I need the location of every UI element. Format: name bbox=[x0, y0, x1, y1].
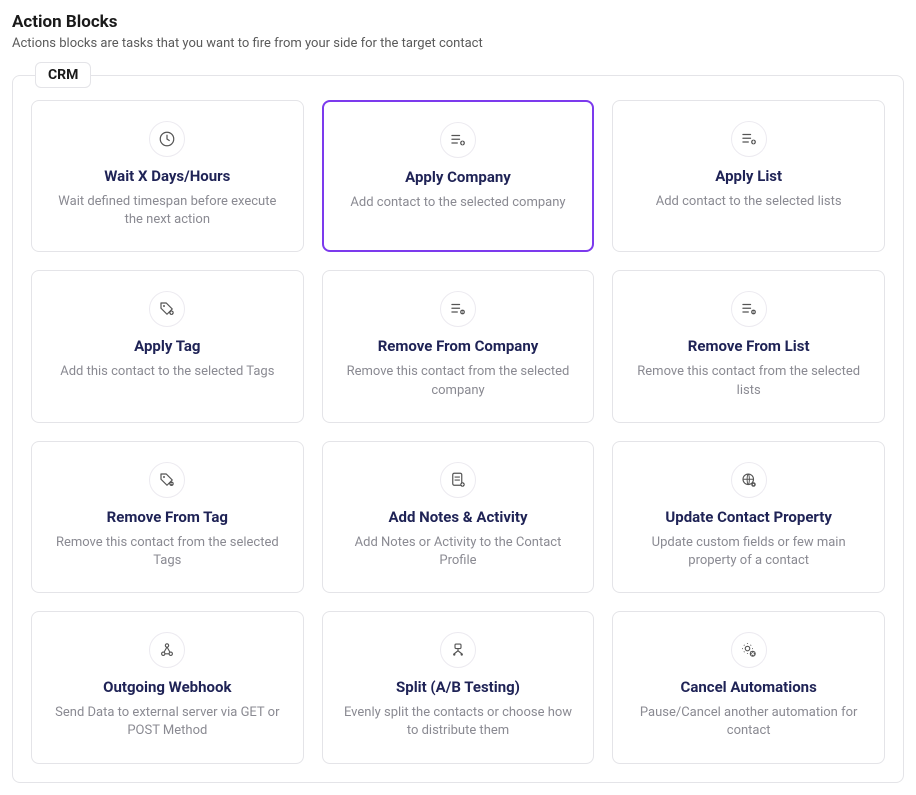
list-remove-icon bbox=[440, 291, 476, 327]
card-description: Send Data to external server via GET or … bbox=[48, 704, 287, 740]
section-title: Action Blocks bbox=[12, 12, 904, 32]
card-description: Add contact to the selected lists bbox=[656, 193, 842, 211]
action-card[interactable]: Remove From Company Remove this contact f… bbox=[322, 270, 595, 422]
card-title: Outgoing Webhook bbox=[103, 678, 231, 696]
clock-icon bbox=[149, 121, 185, 157]
card-title: Apply List bbox=[715, 167, 782, 185]
list-remove-icon bbox=[731, 291, 767, 327]
tag-remove-icon bbox=[149, 462, 185, 498]
split-icon bbox=[440, 632, 476, 668]
action-card[interactable]: Apply List Add contact to the selected li… bbox=[612, 100, 885, 252]
card-description: Update custom fields or few main propert… bbox=[629, 534, 868, 570]
action-card[interactable]: Add Notes & Activity Add Notes or Activit… bbox=[322, 441, 595, 593]
cards-grid: Wait X Days/Hours Wait defined timespan b… bbox=[31, 100, 885, 764]
group-label: CRM bbox=[35, 62, 91, 88]
action-card[interactable]: Split (A/B Testing) Evenly split the cont… bbox=[322, 611, 595, 763]
globe-gear-icon bbox=[731, 462, 767, 498]
tag-add-icon bbox=[149, 291, 185, 327]
card-description: Remove this contact from the selected co… bbox=[339, 363, 578, 399]
card-title: Remove From Tag bbox=[107, 508, 228, 526]
list-add-icon bbox=[440, 122, 476, 158]
action-card[interactable]: Update Contact Property Update custom fie… bbox=[612, 441, 885, 593]
action-card[interactable]: Remove From List Remove this contact from… bbox=[612, 270, 885, 422]
card-description: Remove this contact from the selected li… bbox=[629, 363, 868, 399]
card-title: Split (A/B Testing) bbox=[396, 678, 520, 696]
card-description: Evenly split the contacts or choose how … bbox=[339, 704, 578, 740]
action-card[interactable]: Apply Tag Add this contact to the selecte… bbox=[31, 270, 304, 422]
card-title: Wait X Days/Hours bbox=[104, 167, 230, 185]
automation-cancel-icon bbox=[731, 632, 767, 668]
card-description: Add Notes or Activity to the Contact Pro… bbox=[339, 534, 578, 570]
note-add-icon bbox=[440, 462, 476, 498]
card-description: Remove this contact from the selected Ta… bbox=[48, 534, 287, 570]
webhook-icon bbox=[149, 632, 185, 668]
card-title: Remove From Company bbox=[378, 337, 539, 355]
card-title: Apply Tag bbox=[134, 337, 200, 355]
action-card[interactable]: Remove From Tag Remove this contact from … bbox=[31, 441, 304, 593]
section-description: Actions blocks are tasks that you want t… bbox=[12, 36, 904, 51]
action-card[interactable]: Outgoing Webhook Send Data to external se… bbox=[31, 611, 304, 763]
list-add-icon bbox=[731, 121, 767, 157]
card-description: Wait defined timespan before execute the… bbox=[48, 193, 287, 229]
card-description: Add this contact to the selected Tags bbox=[60, 363, 274, 381]
card-title: Apply Company bbox=[405, 168, 511, 186]
card-title: Add Notes & Activity bbox=[388, 508, 527, 526]
crm-group: CRM Wait X Days/HoursWait defined timesp… bbox=[12, 75, 904, 783]
action-card[interactable]: Apply Company Add contact to the selected… bbox=[322, 100, 595, 252]
card-title: Remove From List bbox=[688, 337, 810, 355]
card-title: Update Contact Property bbox=[665, 508, 832, 526]
card-description: Add contact to the selected company bbox=[350, 194, 565, 212]
action-card[interactable]: Wait X Days/Hours Wait defined timespan b… bbox=[31, 100, 304, 252]
card-description: Pause/Cancel another automation for cont… bbox=[629, 704, 868, 740]
action-card[interactable]: Cancel Automations Pause/Cancel another a… bbox=[612, 611, 885, 763]
card-title: Cancel Automations bbox=[681, 678, 817, 696]
